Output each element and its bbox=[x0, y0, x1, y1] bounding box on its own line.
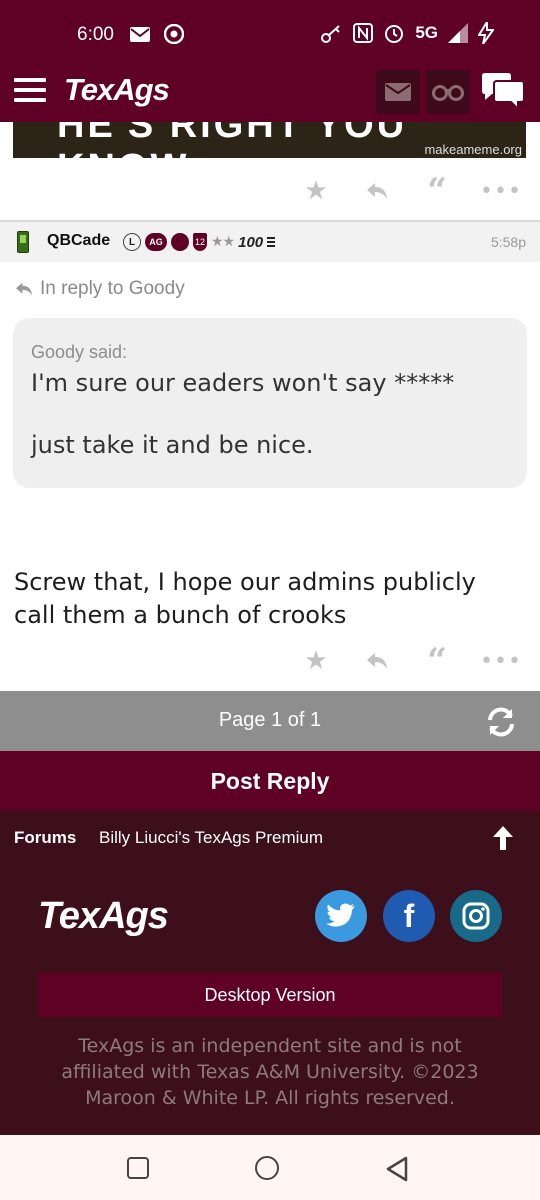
post-body: Screw that, I hope our admins publicly c… bbox=[14, 568, 476, 629]
facebook-button[interactable]: f bbox=[383, 890, 435, 942]
instagram-icon bbox=[462, 902, 490, 930]
messages-button[interactable] bbox=[376, 70, 420, 114]
refresh-icon[interactable] bbox=[484, 705, 518, 739]
quote-author: Goody said: bbox=[31, 342, 128, 362]
post-time: 5:58p bbox=[490, 234, 526, 250]
mail-icon bbox=[385, 83, 411, 101]
post-actions: ★ “ ••• bbox=[0, 638, 540, 684]
badge-ag: AG bbox=[145, 233, 167, 251]
star-icon[interactable]: ★ bbox=[301, 176, 331, 206]
key-icon bbox=[321, 25, 341, 43]
user-badges: L AG 12 ★★ 100 bbox=[123, 233, 276, 251]
twitter-icon bbox=[326, 903, 355, 927]
network-label: 5G bbox=[415, 23, 438, 42]
charging-icon bbox=[478, 22, 494, 44]
user-score: 100 bbox=[238, 233, 264, 251]
badge-l: L bbox=[123, 233, 141, 251]
menu-icon[interactable] bbox=[14, 78, 46, 102]
recents-icon[interactable] bbox=[127, 1157, 149, 1179]
page-indicator[interactable]: Page 1 of 1 bbox=[0, 709, 540, 732]
mail-icon bbox=[130, 26, 150, 42]
home-icon[interactable] bbox=[255, 1156, 279, 1180]
arrow-up-icon[interactable] bbox=[491, 825, 515, 851]
breadcrumb-forums[interactable]: Forums bbox=[14, 828, 76, 848]
quote-block: Goody said: I'm sure our eaders won't sa… bbox=[13, 318, 527, 488]
phone-icon bbox=[17, 231, 29, 253]
quote-icon[interactable]: “ bbox=[422, 171, 452, 211]
status-bar: 6:00 5G bbox=[0, 0, 540, 62]
app-header: TexAgs bbox=[0, 62, 540, 122]
quote-icon[interactable]: “ bbox=[422, 641, 452, 681]
chrome-icon bbox=[164, 24, 184, 44]
reply-icon[interactable] bbox=[362, 176, 392, 206]
texags-logo[interactable]: TexAgs bbox=[64, 72, 170, 108]
post-header: QBCade L AG 12 ★★ 100 5:58p bbox=[0, 222, 540, 262]
star-icon[interactable]: ★ bbox=[301, 646, 331, 676]
facebook-icon: f bbox=[403, 897, 415, 934]
status-time: 6:00 bbox=[77, 24, 114, 45]
user-stars: ★★ bbox=[211, 234, 235, 250]
meme-watermark: makeameme.org bbox=[424, 142, 522, 157]
alarm-icon bbox=[385, 25, 404, 43]
chat-button[interactable] bbox=[480, 72, 526, 112]
desktop-version-button[interactable]: Desktop Version bbox=[38, 973, 502, 1017]
instagram-button[interactable] bbox=[450, 890, 502, 942]
chat-icon bbox=[482, 73, 525, 112]
post-reply-button[interactable]: Post Reply bbox=[0, 751, 540, 811]
reply-icon[interactable] bbox=[362, 646, 392, 676]
footer-disclaimer: TexAgs is an independent site and is not… bbox=[61, 1035, 479, 1109]
quote-line-2: just take it and be nice. bbox=[31, 431, 314, 459]
signal-icon bbox=[448, 23, 468, 43]
meme-image: HE'S RIGHT YOU KNOW makeameme.org bbox=[13, 122, 526, 158]
watch-button[interactable] bbox=[426, 70, 470, 114]
post-actions: ★ “ ••• bbox=[0, 168, 540, 214]
quote-line-1: I'm sure our eaders won't say ***** bbox=[31, 369, 455, 397]
badge-emblem-icon bbox=[171, 233, 189, 251]
username[interactable]: QBCade bbox=[47, 232, 110, 250]
back-icon[interactable] bbox=[385, 1156, 409, 1182]
reply-to-link[interactable]: In reply to Goody bbox=[14, 278, 185, 300]
reply-to-text: In reply to Goody bbox=[40, 278, 185, 299]
system-nav-bar bbox=[0, 1135, 540, 1200]
nfc-icon bbox=[353, 23, 374, 43]
breadcrumb-board[interactable]: Billy Liucci's TexAgs Premium bbox=[99, 828, 323, 848]
badge-12: 12 bbox=[193, 233, 207, 251]
score-bars-icon bbox=[267, 237, 276, 247]
breadcrumb: Forums Billy Liucci's TexAgs Premium bbox=[0, 811, 540, 865]
twitter-button[interactable] bbox=[315, 890, 367, 942]
more-icon[interactable]: ••• bbox=[480, 176, 521, 206]
footer-logo[interactable]: TexAgs bbox=[38, 895, 169, 938]
binoculars-icon bbox=[432, 85, 464, 101]
footer: TexAgs f Desktop Version TexAgs is an in… bbox=[0, 865, 540, 1135]
pagination-bar: Page 1 of 1 bbox=[0, 691, 540, 751]
reply-icon bbox=[16, 282, 32, 296]
more-icon[interactable]: ••• bbox=[480, 646, 521, 676]
